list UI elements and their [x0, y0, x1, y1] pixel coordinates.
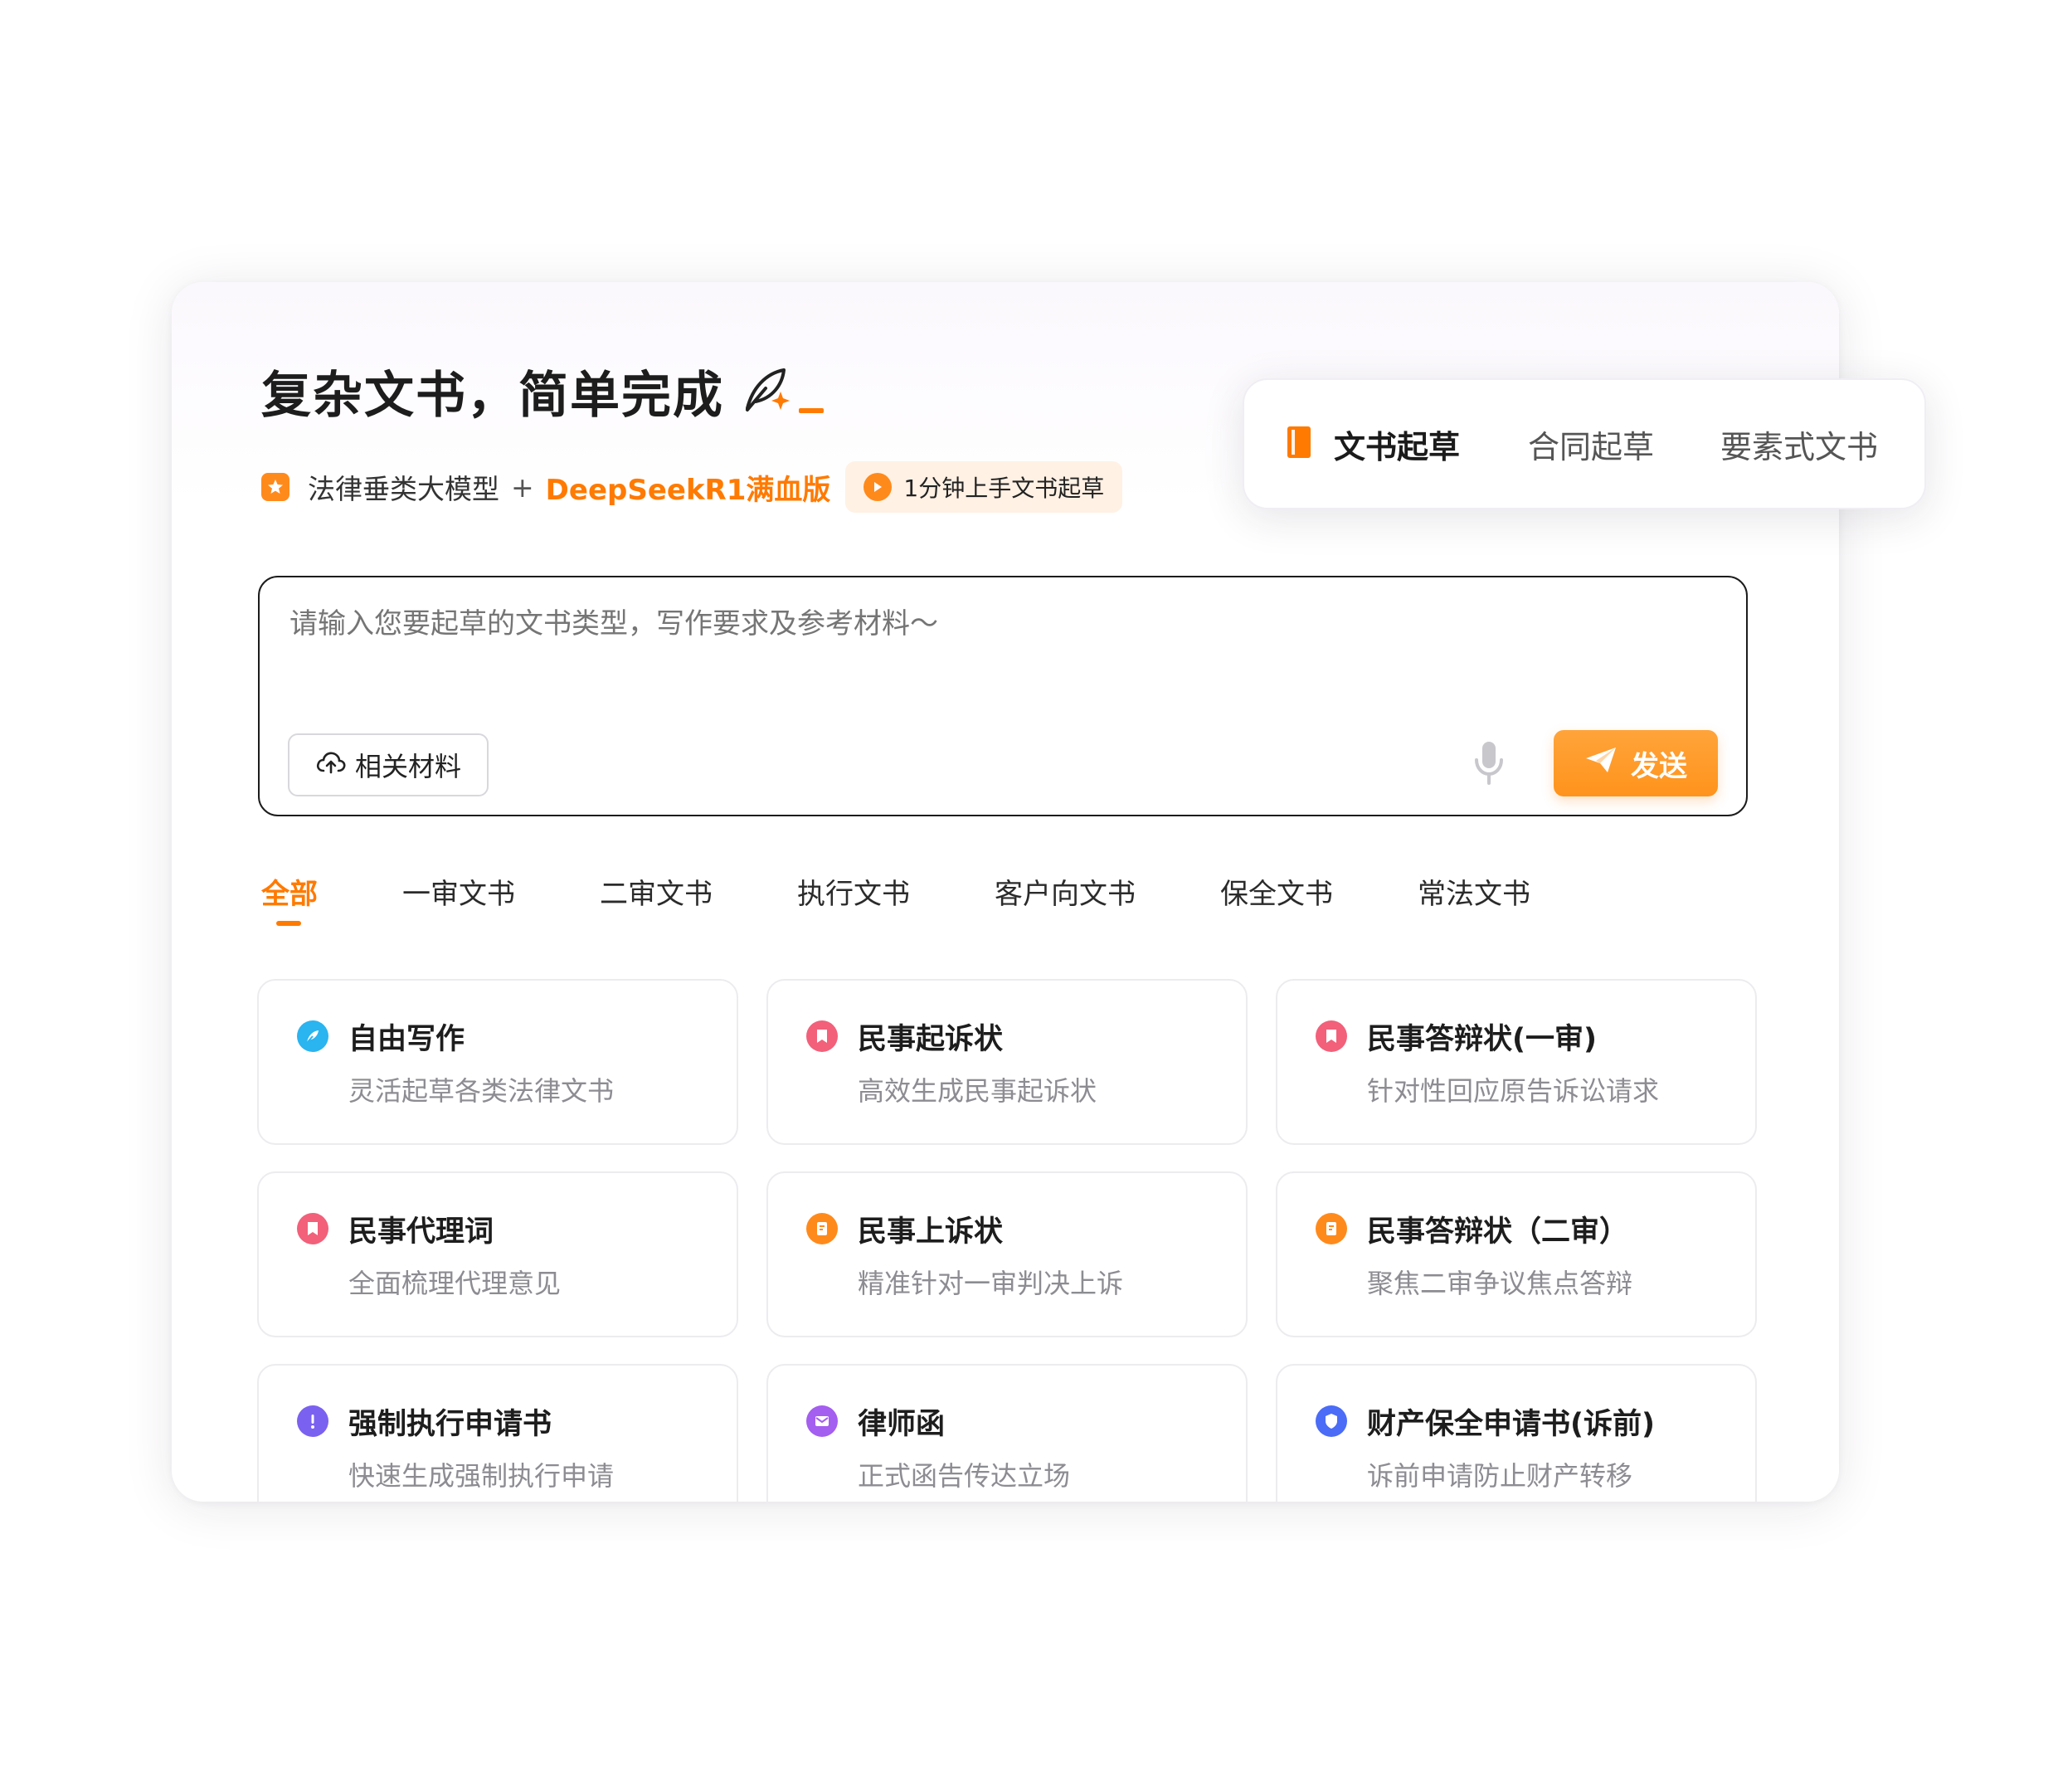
headline: 复杂文书，简单完成	[261, 355, 824, 427]
cloud-upload-icon	[315, 749, 347, 781]
template-title: 自由写作	[348, 1023, 465, 1056]
mail-icon	[806, 1405, 838, 1437]
tab-label: 全部	[261, 878, 318, 911]
template-title: 民事答辩状（二审）	[1367, 1215, 1629, 1249]
template-title: 民事代理词	[348, 1215, 494, 1249]
tab-document-drafting[interactable]: 文书起草	[1334, 421, 1460, 467]
template-desc: 精准针对一审判决上诉	[858, 1268, 1124, 1299]
tab-preservation[interactable]: 保全文书	[1220, 871, 1333, 912]
template-title: 民事起诉状	[858, 1023, 1004, 1056]
template-title: 财产保全申请书(诉前)	[1367, 1408, 1655, 1441]
related-material-button[interactable]: 相关材料	[288, 733, 489, 796]
active-tab-indicator	[276, 921, 301, 926]
template-card[interactable]: 民事答辩状(一审) 针对性回应原告诉讼请求	[1276, 979, 1757, 1145]
document-icon	[806, 1213, 838, 1244]
document-icon	[1316, 1213, 1347, 1244]
prompt-input[interactable]	[288, 607, 1618, 641]
template-desc: 针对性回应原告诉讼请求	[1367, 1075, 1660, 1107]
tab-second-instance[interactable]: 二审文书	[600, 871, 713, 912]
template-desc: 聚焦二审争议焦点答辩	[1367, 1268, 1633, 1299]
quick-start-button[interactable]: 1分钟上手文书起草	[845, 461, 1123, 513]
template-card[interactable]: 强制执行申请书 快速生成强制执行申请	[257, 1364, 738, 1502]
paper-plane-icon	[1584, 746, 1618, 782]
feather-icon	[297, 1020, 328, 1052]
page-title: 复杂文书，简单完成	[261, 367, 724, 425]
quill-icon	[741, 363, 824, 420]
tab-regular-legal[interactable]: 常法文书	[1418, 871, 1530, 912]
template-title: 律师函	[858, 1408, 946, 1441]
play-icon	[864, 473, 893, 501]
bookmark-icon	[806, 1020, 838, 1052]
related-material-label: 相关材料	[354, 751, 461, 782]
deepseek-label: DeepSeekR1满血版	[545, 473, 831, 507]
template-card[interactable]: 自由写作 灵活起草各类法律文书	[257, 979, 738, 1145]
template-desc: 正式函告传达立场	[858, 1460, 1071, 1492]
template-card[interactable]: 民事答辩状（二审） 聚焦二审争议焦点答辩	[1276, 1171, 1757, 1337]
bookmark-icon	[297, 1213, 328, 1244]
tab-execution[interactable]: 执行文书	[797, 871, 910, 912]
template-card[interactable]: 民事代理词 全面梳理代理意见	[257, 1171, 738, 1337]
prompt-input-box: 相关材料 发送	[258, 576, 1748, 816]
mode-tabs: 文书起草 合同起草 要素式文书	[1243, 378, 1926, 509]
shield-icon	[1316, 1405, 1347, 1437]
model-label: 法律垂类大模型	[308, 473, 499, 505]
template-card[interactable]: 民事起诉状 高效生成民事起诉状	[766, 979, 1248, 1145]
quick-start-label: 1分钟上手文书起草	[903, 475, 1105, 502]
template-title: 民事答辩状(一审)	[1367, 1023, 1597, 1056]
template-card[interactable]: 民事上诉状 精准针对一审判决上诉	[766, 1171, 1248, 1337]
template-title: 强制执行申请书	[348, 1408, 552, 1441]
microphone-button[interactable]	[1464, 740, 1514, 790]
template-desc: 快速生成强制执行申请	[348, 1460, 615, 1492]
book-icon	[1287, 426, 1311, 458]
template-card[interactable]: 律师函 正式函告传达立场	[766, 1364, 1248, 1502]
tab-all[interactable]: 全部	[261, 871, 318, 926]
plus-sign: +	[511, 470, 534, 504]
tab-element-document[interactable]: 要素式文书	[1720, 421, 1878, 467]
tab-client[interactable]: 客户向文书	[995, 871, 1136, 912]
subheader: 法律垂类大模型 + DeepSeekR1满血版 1分钟上手文书起草	[261, 460, 1123, 514]
star-badge-icon	[261, 473, 289, 501]
exclamation-icon	[297, 1405, 328, 1437]
template-desc: 灵活起草各类法律文书	[348, 1075, 615, 1107]
tab-first-instance[interactable]: 一审文书	[402, 871, 515, 912]
send-label: 发送	[1631, 749, 1687, 783]
microphone-icon	[1472, 740, 1506, 790]
tab-contract-drafting[interactable]: 合同起草	[1528, 421, 1654, 467]
template-desc: 诉前申请防止财产转移	[1367, 1460, 1633, 1492]
template-desc: 全面梳理代理意见	[348, 1268, 562, 1299]
template-desc: 高效生成民事起诉状	[858, 1075, 1097, 1107]
template-title: 民事上诉状	[858, 1215, 1004, 1249]
send-button[interactable]: 发送	[1554, 730, 1718, 796]
template-card[interactable]: 财产保全申请书(诉前) 诉前申请防止财产转移	[1276, 1364, 1757, 1502]
bookmark-icon	[1316, 1020, 1347, 1052]
